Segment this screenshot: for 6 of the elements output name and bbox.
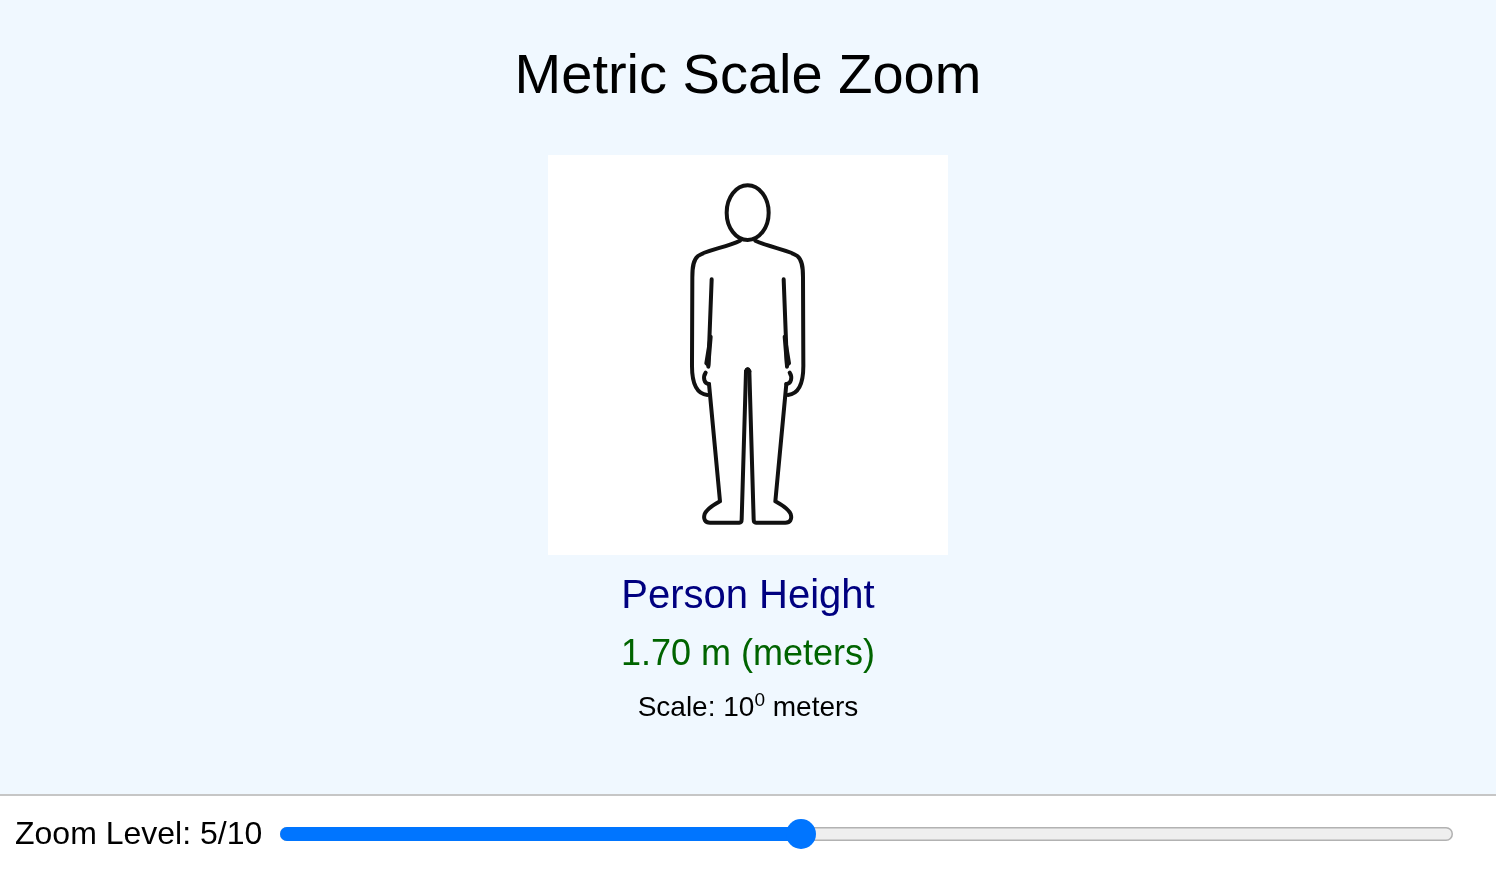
- scale-text: Scale: 10$^{0}$ meters: [637, 691, 859, 723]
- object-name: Person Height: [621, 571, 875, 617]
- page-title: Metric Scale Zoom: [514, 42, 982, 106]
- zoom-level-label: Zoom Level: 5/10: [15, 815, 263, 852]
- size-value: 1.70 m (meters): [620, 632, 876, 673]
- slider-thumb[interactable]: [785, 818, 816, 849]
